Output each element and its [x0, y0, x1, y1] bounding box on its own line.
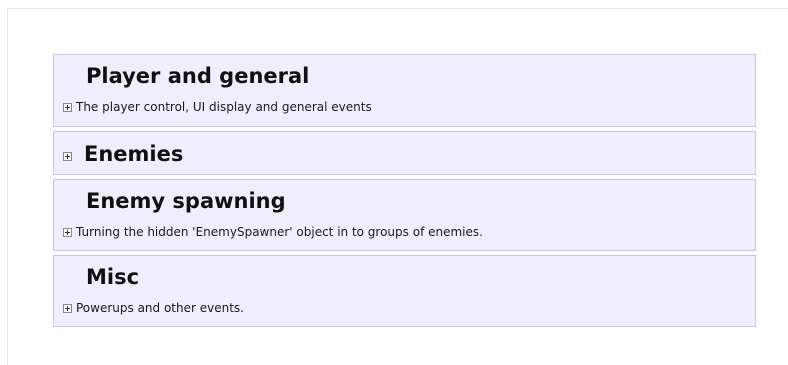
event-groups-list: Player and general The player control, U…: [53, 54, 756, 327]
group-description: Turning the hidden 'EnemySpawner' object…: [76, 225, 483, 239]
plus-expander-icon[interactable]: [63, 102, 72, 112]
group-description-row: The player control, UI display and gener…: [63, 100, 372, 114]
group-description: Powerups and other events.: [76, 301, 244, 315]
group-title: Enemy spawning: [86, 189, 286, 213]
group-description-row: Powerups and other events.: [63, 301, 244, 315]
plus-expander-icon[interactable]: [63, 303, 72, 313]
group-description: The player control, UI display and gener…: [76, 100, 372, 114]
group-title: Enemies: [84, 142, 184, 166]
event-group-misc[interactable]: Misc Powerups and other events.: [53, 255, 756, 327]
event-group-enemies[interactable]: Enemies: [53, 131, 756, 175]
plus-expander-icon[interactable]: [63, 152, 72, 161]
event-group-enemy-spawning[interactable]: Enemy spawning Turning the hidden 'Enemy…: [53, 179, 756, 251]
event-group-player-and-general[interactable]: Player and general The player control, U…: [53, 54, 756, 127]
group-description-row: Turning the hidden 'EnemySpawner' object…: [63, 225, 483, 239]
group-title: Player and general: [86, 64, 310, 88]
group-title: Misc: [86, 265, 140, 289]
plus-expander-icon[interactable]: [63, 227, 72, 237]
